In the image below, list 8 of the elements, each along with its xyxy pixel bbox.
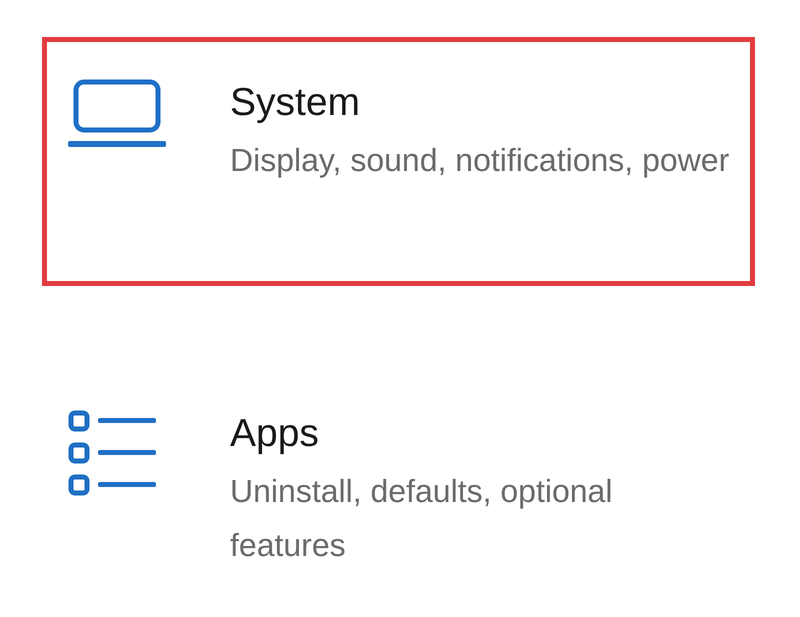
laptop-icon bbox=[68, 79, 166, 149]
item-description: Uninstall, defaults, optional features bbox=[230, 472, 614, 565]
list-icon bbox=[68, 410, 158, 496]
item-description: Display, sound, notifications, power bbox=[230, 141, 730, 180]
item-title: Apps bbox=[230, 411, 320, 457]
item-title: System bbox=[230, 80, 362, 126]
settings-item[interactable]: Apps Uninstall, defaults, optional features bbox=[42, 368, 755, 617]
highlighted-settings-item[interactable]: System Display, sound, notifications, power bbox=[42, 37, 755, 286]
